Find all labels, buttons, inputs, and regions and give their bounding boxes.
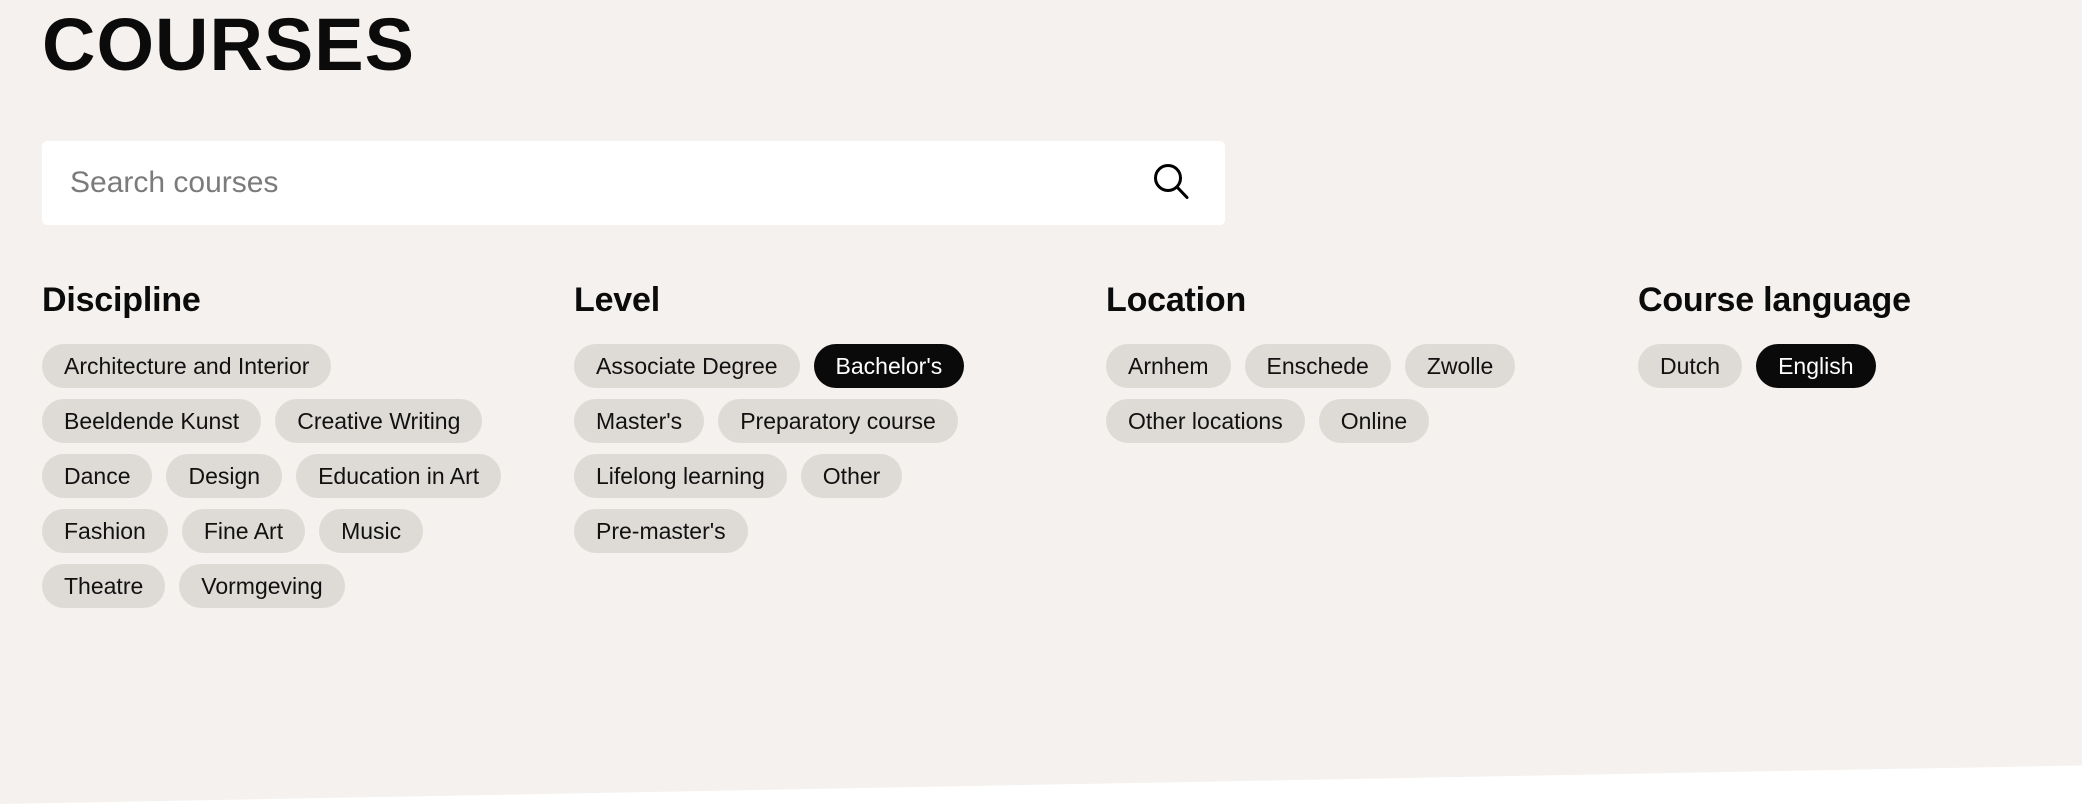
filter-chip-fine-art[interactable]: Fine Art bbox=[181, 509, 306, 553]
search-icon bbox=[1149, 160, 1193, 207]
search-button[interactable] bbox=[1143, 155, 1199, 211]
filter-chip-design[interactable]: Design bbox=[166, 454, 283, 498]
filter-chip-preparatory-course[interactable]: Preparatory course bbox=[718, 399, 958, 443]
filter-chip-enschede[interactable]: Enschede bbox=[1244, 344, 1391, 388]
filter-title-level: Level bbox=[574, 281, 660, 319]
filter-title-discipline: Discipline bbox=[42, 281, 201, 319]
filter-column-level: Level Associate Degree Bachelor's Master… bbox=[574, 283, 1106, 608]
filter-chip-zwolle[interactable]: Zwolle bbox=[1404, 344, 1516, 388]
filter-column-discipline: Discipline Architecture and Interior Bee… bbox=[42, 283, 574, 608]
filter-chip-vormgeving[interactable]: Vormgeving bbox=[179, 564, 345, 608]
filter-chip-architecture-and-interior[interactable]: Architecture and Interior bbox=[42, 344, 332, 388]
filter-chip-english[interactable]: English bbox=[1756, 344, 1876, 388]
filter-title-location: Location bbox=[1106, 281, 1247, 319]
filter-chip-lifelong-learning[interactable]: Lifelong learning bbox=[574, 454, 787, 498]
filter-chip-dutch[interactable]: Dutch bbox=[1638, 344, 1743, 388]
filter-chip-bachelors[interactable]: Bachelor's bbox=[813, 344, 965, 388]
filter-chip-beeldende-kunst[interactable]: Beeldende Kunst bbox=[42, 399, 262, 443]
search-bar[interactable] bbox=[42, 141, 1225, 225]
filter-chip-fashion[interactable]: Fashion bbox=[42, 509, 168, 553]
chip-group-location: Arnhem Enschede Zwolle Other locations O… bbox=[1106, 344, 1586, 443]
page-root: COURSES Discipline Architecture and Inte… bbox=[0, 0, 2082, 804]
search-input[interactable] bbox=[70, 141, 1143, 225]
filter-chip-education-in-art[interactable]: Education in Art bbox=[296, 454, 502, 498]
filter-chip-dance[interactable]: Dance bbox=[42, 454, 153, 498]
filter-chip-arnhem[interactable]: Arnhem bbox=[1106, 344, 1231, 388]
chip-group-level: Associate Degree Bachelor's Master's Pre… bbox=[574, 344, 1054, 553]
filter-title-course-language: Course language bbox=[1638, 281, 1911, 319]
filter-chip-masters[interactable]: Master's bbox=[574, 399, 705, 443]
filter-chip-associate-degree[interactable]: Associate Degree bbox=[574, 344, 800, 388]
filter-chip-music[interactable]: Music bbox=[319, 509, 424, 553]
filter-chip-online[interactable]: Online bbox=[1318, 399, 1430, 443]
page-title: COURSES bbox=[42, 3, 415, 86]
chip-group-discipline: Architecture and Interior Beeldende Kuns… bbox=[42, 344, 522, 608]
filter-chip-other[interactable]: Other bbox=[800, 454, 903, 498]
filter-chip-theatre[interactable]: Theatre bbox=[42, 564, 166, 608]
filter-chip-pre-masters[interactable]: Pre-master's bbox=[574, 509, 748, 553]
filter-column-course-language: Course language Dutch English bbox=[1638, 283, 2082, 608]
filter-chip-creative-writing[interactable]: Creative Writing bbox=[275, 399, 483, 443]
filter-column-location: Location Arnhem Enschede Zwolle Other lo… bbox=[1106, 283, 1638, 608]
chip-group-course-language: Dutch English bbox=[1638, 344, 2082, 388]
filter-chip-other-locations[interactable]: Other locations bbox=[1106, 399, 1305, 443]
filter-columns: Discipline Architecture and Interior Bee… bbox=[42, 283, 2042, 608]
